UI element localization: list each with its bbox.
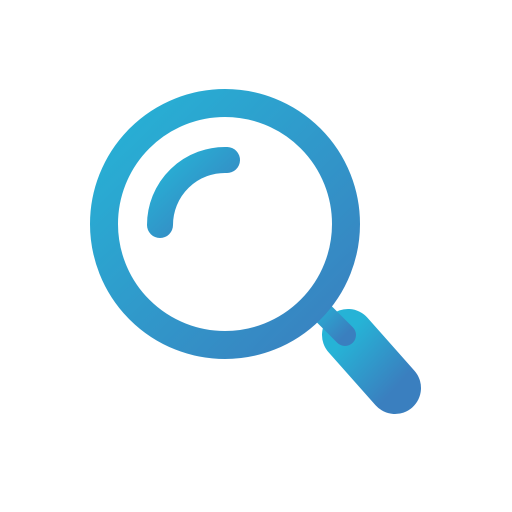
magnifier-handle (322, 309, 421, 414)
magnifying-glass-icon (90, 89, 421, 414)
magnifier-lens-ring (90, 89, 360, 359)
icon-canvas (0, 0, 512, 512)
